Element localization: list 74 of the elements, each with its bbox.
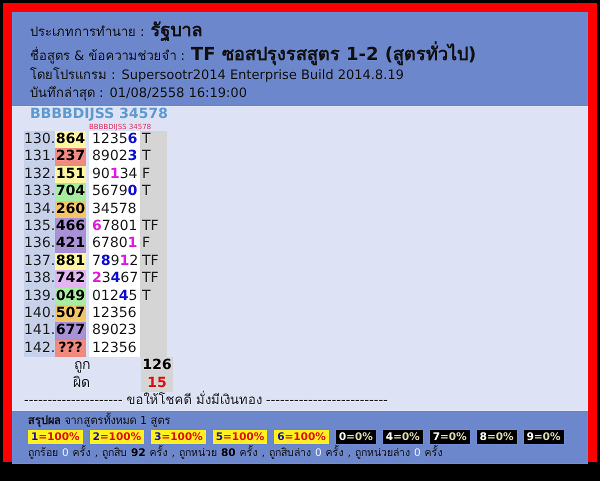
result-cell: 881 — [55, 252, 86, 270]
result-cell: 742 — [55, 270, 86, 288]
row-number: 135. — [24, 218, 55, 236]
total-value: 15 — [141, 374, 173, 392]
verdict-cell: T — [140, 148, 167, 166]
digits-cell: 67801 — [89, 218, 140, 236]
result-cell: 466 — [55, 218, 86, 236]
digits-cell: 89023 — [89, 322, 140, 340]
digit-rate-badge: 1=100% — [28, 430, 83, 444]
row-number: 133. — [24, 183, 55, 201]
result-cell: 421 — [55, 235, 86, 253]
digits-cell: 67801 — [89, 235, 140, 253]
row-number: 134. — [24, 200, 55, 218]
row-number: 130. — [24, 131, 55, 148]
row-number: 142. — [24, 340, 55, 358]
digit-rate-badge: 2=100% — [90, 430, 144, 444]
hit-counts-text: ถูกร้อย 0 ครั้ง , ถูกสิบ 92 ครั้ง , ถูกหน่วย 80 ครั้ง , ถูกสิบล่าง 0 ครั้ง , ถูกหน่วยล่าง 0 ครั้ง — [28, 446, 444, 460]
row-number: 137. — [24, 252, 55, 270]
row-number: 131. — [24, 148, 55, 166]
digit-rate-badge: 8=0% — [476, 430, 517, 444]
digits-cell: 23467 — [89, 270, 140, 288]
result-cell: 049 — [55, 288, 86, 306]
result-cell: 677 — [55, 322, 86, 340]
field-label: ประเภทการทำนาย : — [30, 24, 145, 42]
summary-text: สรุปผล จากสูตรทั้งหมด 1 สูตร — [28, 414, 172, 428]
field-value: 01/08/2558 16:19:00 — [110, 85, 247, 103]
digits-cell: 78912 — [89, 252, 140, 270]
result-cell: ??? — [55, 340, 86, 358]
verdict-cell: F — [140, 166, 167, 184]
digits-cell: 34578 — [89, 200, 140, 218]
digit-rate-badge: 7=0% — [430, 430, 470, 444]
digits-cell: 90134 — [89, 166, 140, 184]
digits-cell: 01245 — [89, 288, 140, 306]
field-value: รัฐบาล — [150, 19, 203, 43]
digit-rate-badge: 0=0% — [336, 430, 376, 444]
digit-rate-badge: 6=100% — [274, 430, 329, 444]
field-label: โดยโปรแกรม : — [30, 67, 116, 85]
formula-title: BBBBDIJSS 34578 — [29, 106, 169, 123]
row-number: 138. — [24, 270, 55, 288]
greeting-divider: --------------------- ขอให้โชคดี มั่งมีเงินทอง -------------------------- — [24, 392, 578, 412]
field-label: บันทึกล่าสุด : — [30, 85, 104, 103]
digit-rate-badge: 9=0% — [524, 430, 564, 444]
digits-cell: 12356 — [89, 340, 140, 358]
total-label: ผิด — [72, 374, 91, 392]
result-cell: 864 — [55, 131, 86, 148]
verdict-cell: T — [140, 288, 167, 306]
row-number: 136. — [24, 235, 55, 253]
row-number: 140. — [24, 305, 55, 322]
verdict-cell: T — [140, 131, 167, 148]
verdict-cell: TF — [140, 252, 167, 270]
result-cell: 507 — [55, 305, 86, 322]
verdict-cell: TF — [140, 270, 167, 288]
row-number: 141. — [24, 322, 55, 340]
result-cell: 151 — [55, 166, 86, 184]
field-value: Supersootr2014 Enterprise Build 2014.8.19 — [122, 67, 404, 85]
field-label: ชื่อสูตร & ข้อความช่วยจำ : — [30, 48, 185, 66]
total-label: ถูก — [73, 357, 91, 375]
digit-rate-badge: 5=100% — [212, 430, 268, 444]
total-value: 126 — [141, 357, 173, 375]
digits-cell: 12356 — [89, 131, 140, 148]
verdict-cell: F — [140, 235, 167, 253]
result-cell: 704 — [55, 183, 86, 201]
result-cell: 260 — [55, 200, 86, 218]
digits-cell: 89023 — [89, 148, 140, 166]
verdict-cell: TF — [140, 218, 167, 236]
digit-rate-badge: 4=0% — [382, 430, 423, 444]
digit-rate-badge: 3=100% — [151, 430, 206, 444]
row-number: 139. — [24, 288, 55, 306]
field-value: TF ซอสปรุงรสสูตร 1-2 (สูตรทั่วไป) — [190, 43, 476, 67]
row-number: 132. — [24, 166, 55, 184]
digits-cell: 12356 — [89, 305, 140, 322]
verdict-cell: T — [140, 183, 167, 201]
result-cell: 237 — [55, 148, 86, 166]
digits-cell: 56790 — [89, 183, 140, 201]
